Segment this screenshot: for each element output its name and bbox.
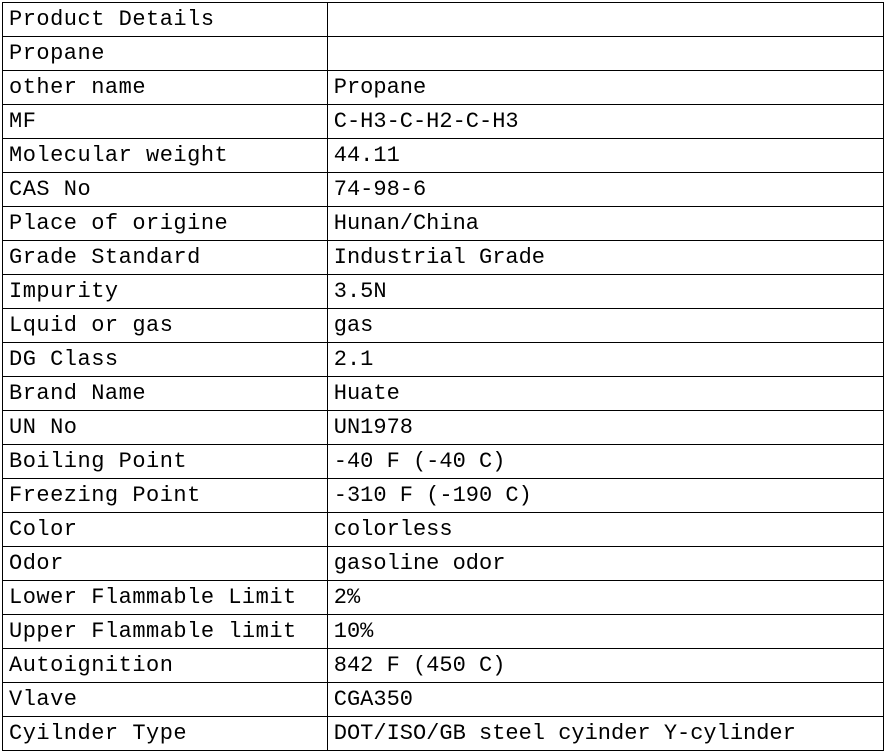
table-row: other name Propane [3, 71, 884, 105]
row-label: MF [3, 105, 328, 139]
table-row: Odor gasoline odor [3, 547, 884, 581]
row-label: UN No [3, 411, 328, 445]
product-details-table: Product Details Propane other name Propa… [2, 2, 884, 751]
row-label: Freezing Point [3, 479, 328, 513]
table-row: DG Class 2.1 [3, 343, 884, 377]
row-value [327, 3, 883, 37]
row-value: 842 F (450 C) [327, 649, 883, 683]
row-value: C-H3-C-H2-C-H3 [327, 105, 883, 139]
row-value: 74-98-6 [327, 173, 883, 207]
table-row: Upper Flammable limit 10% [3, 615, 884, 649]
row-label: Boiling Point [3, 445, 328, 479]
row-label: Molecular weight [3, 139, 328, 173]
table-row: Grade Standard Industrial Grade [3, 241, 884, 275]
row-label: Impurity [3, 275, 328, 309]
row-label: CAS No [3, 173, 328, 207]
row-label: Grade Standard [3, 241, 328, 275]
table-row: Cyilnder Type DOT/ISO/GB steel cyinder Y… [3, 717, 884, 751]
row-value: 2% [327, 581, 883, 615]
table-row: UN No UN1978 [3, 411, 884, 445]
row-value: Hunan/China [327, 207, 883, 241]
row-value [327, 37, 883, 71]
row-label: Odor [3, 547, 328, 581]
row-label: Autoignition [3, 649, 328, 683]
row-label: DG Class [3, 343, 328, 377]
row-value: -310 F (-190 C) [327, 479, 883, 513]
row-value: DOT/ISO/GB steel cyinder Y-cylinder [327, 717, 883, 751]
table-row: Molecular weight 44.11 [3, 139, 884, 173]
row-value: Industrial Grade [327, 241, 883, 275]
row-value: CGA350 [327, 683, 883, 717]
table-row: Lower Flammable Limit 2% [3, 581, 884, 615]
table-row: CAS No 74-98-6 [3, 173, 884, 207]
table-row: MF C-H3-C-H2-C-H3 [3, 105, 884, 139]
table-row: Freezing Point -310 F (-190 C) [3, 479, 884, 513]
row-label: Color [3, 513, 328, 547]
table-row: Color colorless [3, 513, 884, 547]
row-value: 3.5N [327, 275, 883, 309]
row-value: UN1978 [327, 411, 883, 445]
row-value: -40 F (-40 C) [327, 445, 883, 479]
row-label: Product Details [3, 3, 328, 37]
row-label: Lquid or gas [3, 309, 328, 343]
row-value: 10% [327, 615, 883, 649]
row-label: Cyilnder Type [3, 717, 328, 751]
row-label: Brand Name [3, 377, 328, 411]
row-label: Upper Flammable limit [3, 615, 328, 649]
table-row: Impurity 3.5N [3, 275, 884, 309]
row-label: other name [3, 71, 328, 105]
table-row: Place of origine Hunan/China [3, 207, 884, 241]
table-row: Autoignition 842 F (450 C) [3, 649, 884, 683]
row-label: Lower Flammable Limit [3, 581, 328, 615]
row-value: gasoline odor [327, 547, 883, 581]
table-row: Product Details [3, 3, 884, 37]
table-row: Boiling Point -40 F (-40 C) [3, 445, 884, 479]
table-row: Lquid or gas gas [3, 309, 884, 343]
table-row: Vlave CGA350 [3, 683, 884, 717]
table-row: Brand Name Huate [3, 377, 884, 411]
row-value: colorless [327, 513, 883, 547]
row-value: Propane [327, 71, 883, 105]
row-value: 44.11 [327, 139, 883, 173]
row-value: gas [327, 309, 883, 343]
row-label: Place of origine [3, 207, 328, 241]
row-label: Vlave [3, 683, 328, 717]
row-label: Propane [3, 37, 328, 71]
table-row: Propane [3, 37, 884, 71]
row-value: Huate [327, 377, 883, 411]
row-value: 2.1 [327, 343, 883, 377]
table-body: Product Details Propane other name Propa… [3, 3, 884, 751]
